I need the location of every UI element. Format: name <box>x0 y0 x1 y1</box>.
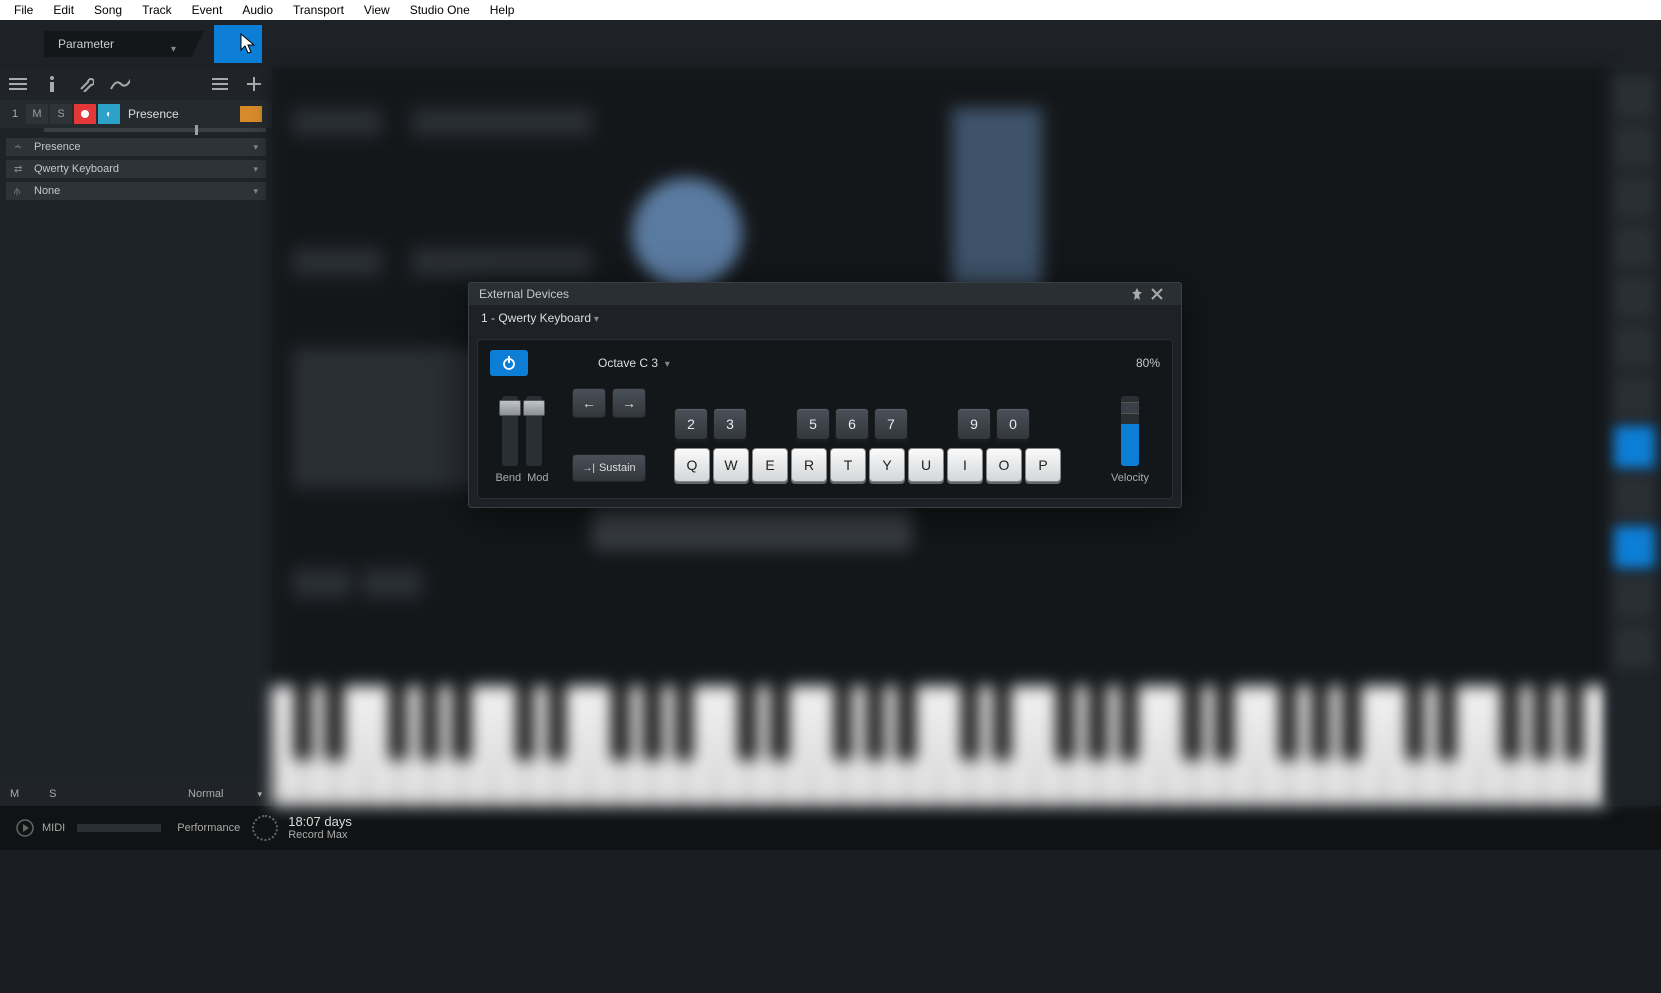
sustain-arrow-icon: →| <box>582 463 595 474</box>
black-key-7[interactable]: 7 <box>874 408 908 440</box>
sustain-label: Sustain <box>599 462 636 474</box>
mod-wheel-slider[interactable] <box>526 396 542 466</box>
track-header[interactable]: 1 M S ◐ Presence <box>0 100 272 128</box>
black-key-5[interactable]: 5 <box>796 408 830 440</box>
white-key-P[interactable]: P <box>1025 448 1061 482</box>
input-dropdown[interactable]: ⇄ Qwerty Keyboard <box>6 160 266 178</box>
octave-dropdown[interactable]: Octave C 3 <box>598 356 670 370</box>
automation-mode-dropdown[interactable]: Normal <box>188 788 223 800</box>
info-icon[interactable] <box>42 75 62 93</box>
black-key-6[interactable]: 6 <box>835 408 869 440</box>
menu-event[interactable]: Event <box>182 1 233 19</box>
mod-label: Mod <box>527 472 548 484</box>
menu-song[interactable]: Song <box>84 1 132 19</box>
white-key-E[interactable]: E <box>752 448 788 482</box>
qwerty-keys: 23 567 90 QWERTYUIOP <box>674 408 1064 482</box>
status-bar: MIDI Performance 18:07 days Record Max <box>0 806 1661 850</box>
octave-up-button[interactable]: → <box>612 388 646 418</box>
menu-track[interactable]: Track <box>132 1 182 19</box>
white-key-O[interactable]: O <box>986 448 1022 482</box>
power-button[interactable] <box>490 350 528 376</box>
track-name[interactable]: Presence <box>128 107 240 121</box>
menu-transport[interactable]: Transport <box>283 1 354 19</box>
play-icon[interactable] <box>16 819 34 837</box>
instrument-label: Presence <box>34 141 80 153</box>
sidebar-footer: M S Normal <box>0 782 272 806</box>
automation-icon[interactable] <box>110 75 130 93</box>
menu-view[interactable]: View <box>354 1 400 19</box>
white-key-Y[interactable]: Y <box>869 448 905 482</box>
record-max-label: Record Max <box>288 829 352 842</box>
menu-bar: File Edit Song Track Event Audio Transpo… <box>0 0 1661 20</box>
status-performance: Performance <box>177 822 240 834</box>
menu-help[interactable]: Help <box>480 1 525 19</box>
add-track-icon[interactable] <box>244 75 264 93</box>
white-key-U[interactable]: U <box>908 448 944 482</box>
white-key-W[interactable]: W <box>713 448 749 482</box>
browser-panel <box>1607 68 1661 806</box>
piano-keyboard <box>272 686 1607 806</box>
parameter-chip[interactable]: Parameter <box>44 31 204 57</box>
performance-meter <box>77 824 161 832</box>
footer-mute[interactable]: M <box>10 788 19 800</box>
bend-mod-group: Bend Mod <box>490 396 554 484</box>
wrench-icon[interactable] <box>76 75 96 93</box>
record-time: 18:07 days <box>288 814 352 830</box>
white-key-R[interactable]: R <box>791 448 827 482</box>
menu-audio[interactable]: Audio <box>232 1 283 19</box>
device-selector[interactable]: 1 - Qwerty Keyboard <box>469 305 1181 331</box>
output-label: None <box>34 185 60 197</box>
menu-studio-one[interactable]: Studio One <box>400 1 480 19</box>
menu-icon[interactable] <box>210 75 230 93</box>
menu-file[interactable]: File <box>4 1 43 19</box>
input-label: Qwerty Keyboard <box>34 163 119 175</box>
instrument-indicator-icon <box>240 106 262 122</box>
dialog-title-text: External Devices <box>479 287 569 301</box>
pin-button[interactable] <box>1131 288 1151 300</box>
track-volume-slider[interactable] <box>44 128 266 132</box>
footer-solo[interactable]: S <box>49 788 56 800</box>
bend-label: Bend <box>495 472 521 484</box>
track-sidebar: 1 M S ◐ Presence ⩪ Presence ⇄ Qwerty Keybo… <box>0 68 272 806</box>
sidebar-toolbar <box>0 68 272 100</box>
loading-icon <box>252 815 278 841</box>
output-icon: ⫛ <box>14 186 28 197</box>
velocity-group: Velocity <box>1100 396 1160 484</box>
menu-edit[interactable]: Edit <box>43 1 84 19</box>
velocity-label: Velocity <box>1111 472 1149 484</box>
record-arm-button[interactable] <box>74 104 96 124</box>
sustain-button[interactable]: →| Sustain <box>572 454 646 482</box>
white-key-Q[interactable]: Q <box>674 448 710 482</box>
arrow-tool-button[interactable] <box>214 25 262 63</box>
external-devices-dialog: External Devices 1 - Qwerty Keyboard Oct… <box>468 282 1182 508</box>
mute-button[interactable]: M <box>26 104 48 124</box>
device-body: Octave C 3 80% Bend Mod ← → <box>477 339 1173 499</box>
black-key-0[interactable]: 0 <box>996 408 1030 440</box>
instrument-dropdown[interactable]: ⩪ Presence <box>6 138 266 156</box>
white-key-T[interactable]: T <box>830 448 866 482</box>
black-key-3[interactable]: 3 <box>713 408 747 440</box>
output-dropdown[interactable]: ⫛ None <box>6 182 266 200</box>
velocity-slider[interactable] <box>1121 396 1139 466</box>
black-key-9[interactable]: 9 <box>957 408 991 440</box>
status-midi: MIDI <box>42 822 65 834</box>
instrument-icon: ⩪ <box>14 142 28 153</box>
white-key-I[interactable]: I <box>947 448 983 482</box>
monitor-button[interactable]: ◐ <box>98 104 120 124</box>
list-icon[interactable] <box>8 75 28 93</box>
dialog-titlebar[interactable]: External Devices <box>469 283 1181 305</box>
power-icon <box>502 356 516 370</box>
black-key-2[interactable]: 2 <box>674 408 708 440</box>
close-icon <box>1151 288 1163 300</box>
velocity-percent: 80% <box>1136 356 1160 370</box>
parameter-bar: Parameter <box>0 20 1661 68</box>
octave-down-button[interactable]: ← <box>572 388 606 418</box>
solo-button[interactable]: S <box>50 104 72 124</box>
close-button[interactable] <box>1151 288 1171 300</box>
keyboard-icon: ⇄ <box>14 164 28 175</box>
track-number: 1 <box>6 108 24 120</box>
pin-icon <box>1131 288 1143 300</box>
cursor-icon <box>240 33 258 55</box>
pitch-bend-slider[interactable] <box>502 396 518 466</box>
